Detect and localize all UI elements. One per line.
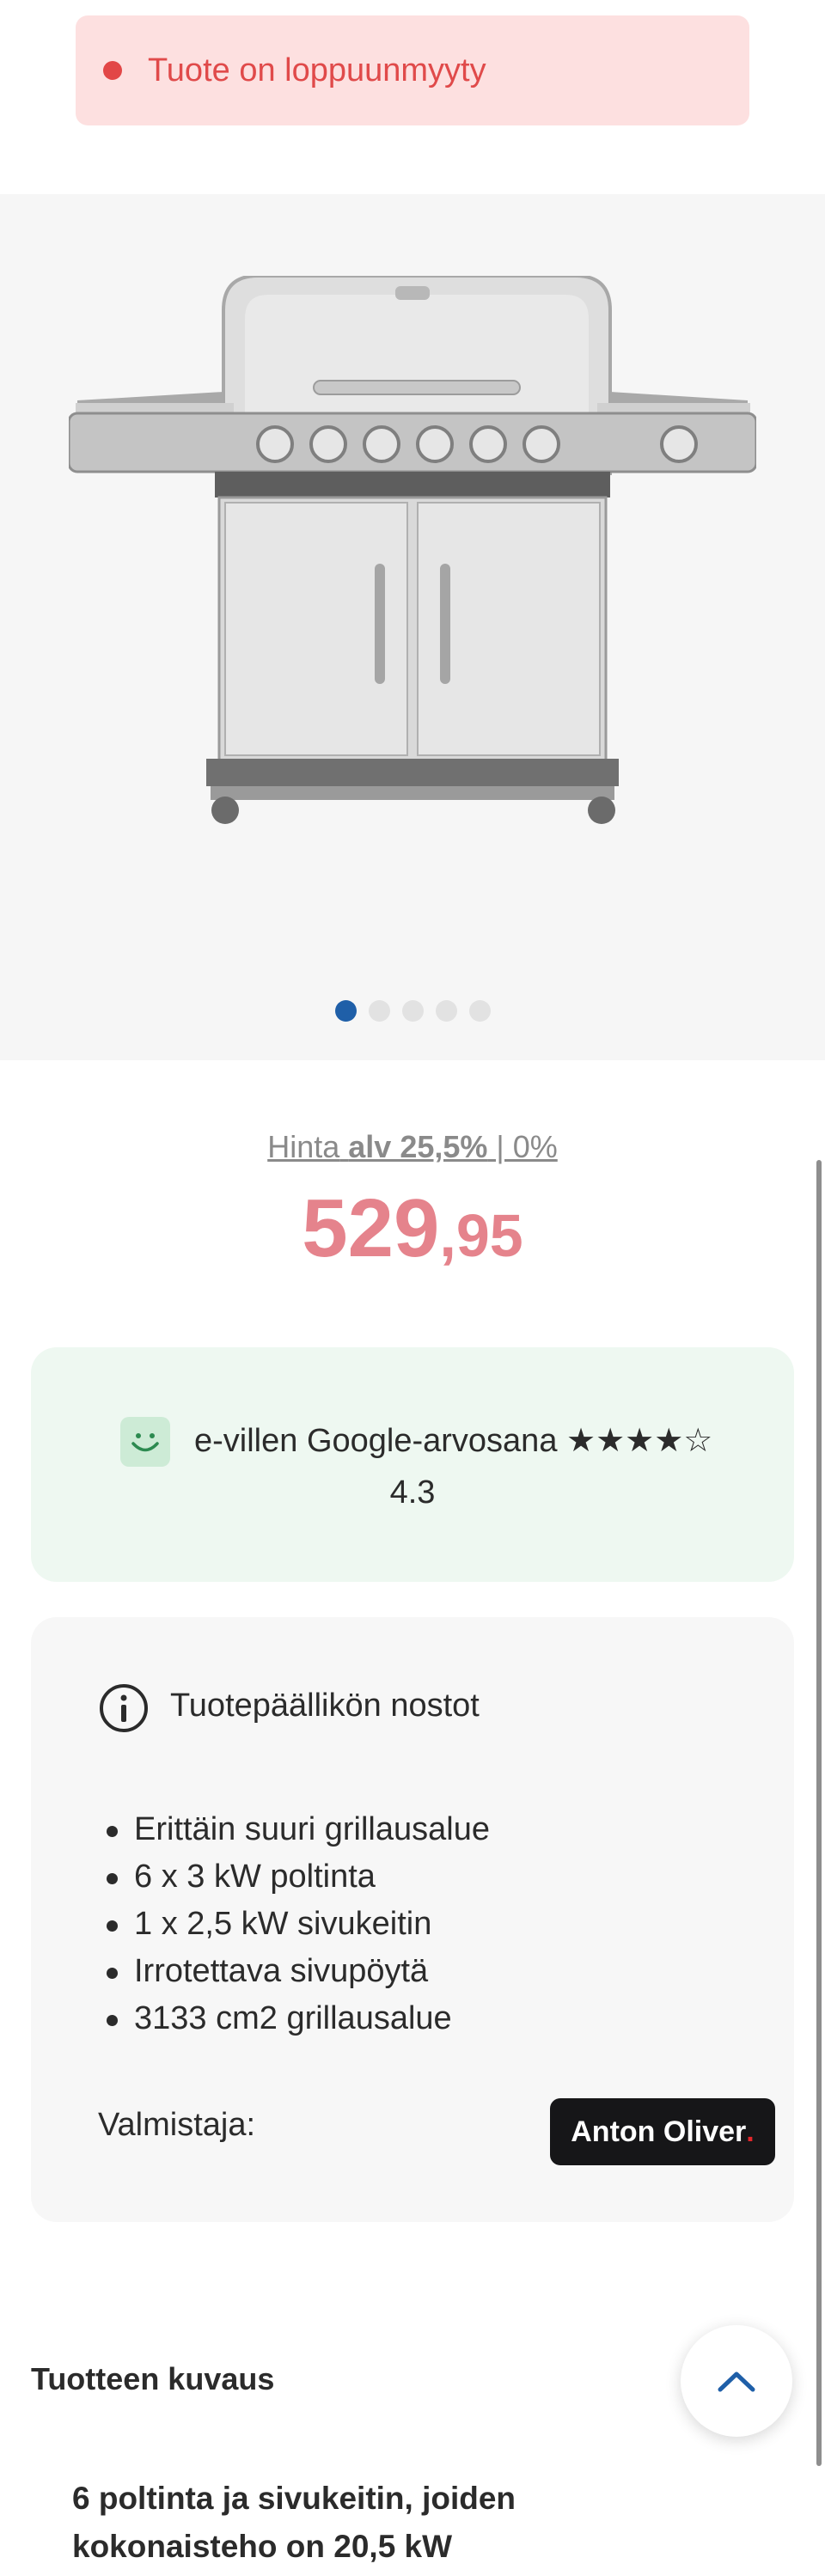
gallery-dot[interactable] xyxy=(334,1000,357,1022)
rating-text: e-villen Google-arvosana ★★★★☆ xyxy=(194,1423,713,1459)
product-image-gallery[interactable] xyxy=(0,194,825,1060)
brand-dot: . xyxy=(746,2115,755,2148)
list-item: 1 x 2,5 kW sivukeitin xyxy=(107,1901,490,1948)
product-manager-picks: Tuotepäällikön nostot Erittäin suuri gri… xyxy=(31,1617,794,2222)
price-integer: 529 xyxy=(302,1182,440,1274)
gallery-dot[interactable] xyxy=(368,1000,390,1022)
sold-out-alert: Tuote on loppuunmyyty xyxy=(76,15,749,125)
list-item: Erittäin suuri grillausalue xyxy=(107,1806,490,1853)
google-rating-box[interactable]: e-villen Google-arvosana ★★★★☆ 4.3 xyxy=(31,1347,794,1582)
description-subheading: 6 poltinta ja sivukeitin, joiden kokonai… xyxy=(72,2481,516,2564)
list-item: Irrotettava sivupöytä xyxy=(107,1948,490,1995)
smile-logo-icon xyxy=(120,1417,170,1467)
page-scrollbar[interactable] xyxy=(816,1160,822,2466)
gallery-dot[interactable] xyxy=(435,1000,457,1022)
manufacturer-label: Valmistaja: xyxy=(98,2107,256,2143)
gas-grill-product-image xyxy=(67,274,758,877)
chevron-up-icon xyxy=(718,2372,755,2392)
alert-text: Tuote on loppuunmyyty xyxy=(148,52,486,89)
gallery-dot[interactable] xyxy=(468,1000,491,1022)
picks-list: Erittäin suuri grillausalue 6 x 3 kW pol… xyxy=(107,1806,490,2042)
rating-score: 4.3 xyxy=(389,1474,436,1511)
price-decimals: ,95 xyxy=(439,1202,523,1269)
vat-option-25[interactable]: alv 25,5% xyxy=(348,1129,487,1164)
price-vat-toggle[interactable]: Hinta alv 25,5% | 0% xyxy=(0,1129,825,1165)
list-item: 3133 cm2 grillausalue xyxy=(107,1995,490,2042)
brand-logo-anton-oliver[interactable]: Anton Oliver. xyxy=(550,2098,775,2165)
vat-option-0[interactable]: | 0% xyxy=(487,1129,557,1164)
alert-dot-icon xyxy=(103,61,122,80)
gallery-dot[interactable] xyxy=(401,1000,424,1022)
scroll-to-top-button[interactable] xyxy=(681,2325,792,2437)
info-icon xyxy=(98,1682,150,1734)
brand-text: Anton Oliver xyxy=(571,2115,747,2148)
price-label-prefix: Hinta xyxy=(267,1129,340,1164)
list-item: 6 x 3 kW poltinta xyxy=(107,1853,490,1901)
picks-title: Tuotepäällikön nostot xyxy=(170,1688,480,1724)
gallery-pagination xyxy=(0,1000,825,1022)
description-heading[interactable]: Tuotteen kuvaus xyxy=(31,2361,274,2397)
product-price: 529,95 xyxy=(0,1181,825,1276)
